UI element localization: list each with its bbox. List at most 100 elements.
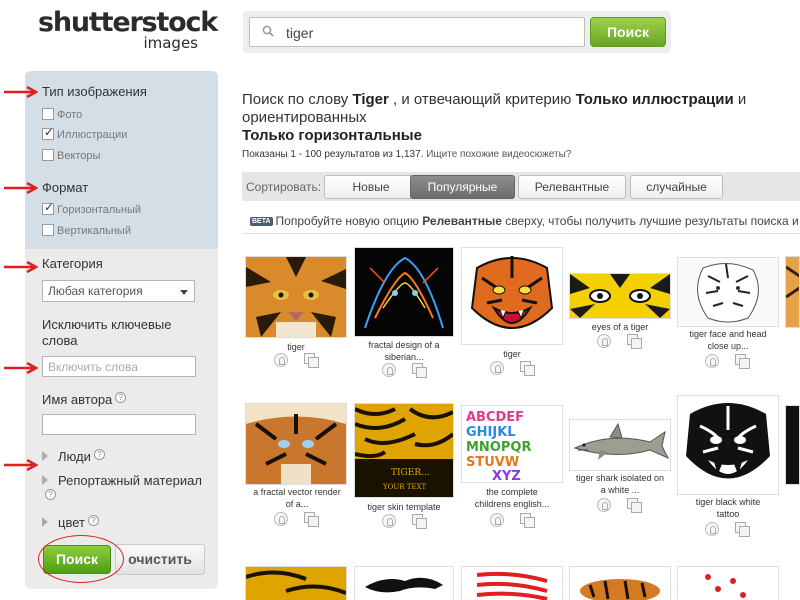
lightbox-icon[interactable] [705, 354, 719, 368]
checkbox-photo[interactable]: Фото [42, 108, 82, 122]
thumbnail-image[interactable]: ABCDEF GHIJKL MNOPQR STUVW XYZ [461, 405, 563, 483]
similar-images-icon[interactable] [304, 353, 319, 368]
results-count: Показаны 1 - 100 результатов из 1,137. И… [242, 149, 571, 160]
lightbox-icon[interactable] [274, 512, 288, 526]
sort-popular-button[interactable]: Популярные [410, 175, 515, 199]
similar-images-icon[interactable] [735, 522, 750, 537]
similar-images-icon[interactable] [520, 361, 535, 376]
caption-line: siberian... [384, 352, 424, 362]
category-selected-value: Любая категория [48, 284, 143, 298]
similar-images-icon[interactable] [627, 498, 642, 513]
shutterstock-logo[interactable]: shutterstock images [38, 8, 218, 53]
thumbnail-image[interactable] [461, 566, 563, 600]
similar-images-icon[interactable] [412, 514, 427, 529]
search-input[interactable]: tiger [249, 17, 585, 47]
thumbnail-image[interactable] [677, 566, 779, 600]
format-heading: Формат [42, 180, 89, 195]
thumbnail-image[interactable] [677, 257, 779, 327]
sort-random-button[interactable]: случайные [630, 175, 723, 199]
thumbnail-caption[interactable]: eyes of a tiger [569, 321, 671, 333]
alphabet-row: XYZ [492, 469, 521, 482]
thumbnail-image[interactable] [354, 566, 454, 600]
thumbnail-image[interactable] [569, 419, 671, 471]
thumbnail-caption[interactable]: tiger black white tattoo [677, 496, 779, 520]
thumbnail-caption[interactable]: fractal design of a siberian... [354, 339, 454, 363]
similar-images-icon[interactable] [627, 334, 642, 349]
checkbox-vertical[interactable]: Вертикальный [42, 224, 131, 238]
checkbox-box[interactable] [42, 224, 54, 236]
thumbnail-image[interactable] [677, 395, 779, 495]
beta-bold: Релевантные [422, 214, 502, 228]
lightbox-icon[interactable] [382, 514, 396, 528]
editorial-toggle[interactable]: Репортажный материал? [42, 473, 202, 505]
thumbnail-image[interactable] [461, 247, 563, 345]
tiger-mascot-image [462, 248, 562, 344]
thumbnail-image[interactable]: TIGER... YOUR TEXT [354, 403, 454, 498]
help-icon[interactable]: ? [45, 489, 56, 500]
checkbox-box[interactable] [42, 126, 54, 140]
lightbox-icon[interactable] [490, 361, 504, 375]
exclude-keywords-input[interactable]: Включить слова [42, 356, 196, 377]
similar-images-icon[interactable] [412, 363, 427, 378]
beta-text: Попробуйте новую опцию [275, 214, 423, 228]
sort-relevant-button[interactable]: Релевантные [518, 175, 626, 199]
color-label: цвет [58, 515, 85, 530]
expand-triangle-icon [42, 475, 48, 485]
help-icon[interactable]: ? [93, 449, 105, 460]
tiger-eyes-image [570, 274, 670, 318]
checkbox-box[interactable] [42, 201, 54, 215]
similar-images-icon[interactable] [304, 512, 319, 527]
thumbnail-caption[interactable]: tiger face and head close up... [677, 328, 779, 352]
lightbox-icon[interactable] [382, 363, 396, 377]
thumbnail-caption[interactable]: a fractal vector render of a... [245, 486, 349, 510]
search-query: tiger [286, 25, 314, 41]
title-text: , и отвечающий критерию [388, 91, 576, 108]
help-icon[interactable]: ? [87, 515, 99, 526]
thumbnail-image[interactable] [785, 405, 800, 485]
thumbnail-caption[interactable]: the complete childrens english... [461, 486, 563, 510]
thumbnail-image[interactable] [569, 273, 671, 319]
thumbnail-image[interactable] [245, 256, 347, 338]
sort-newest-button[interactable]: Новые [324, 175, 418, 199]
color-toggle[interactable]: цвет? [42, 515, 99, 531]
caption-line: a white ... [600, 485, 640, 495]
filter-sidebar: Тип изображения Фото Иллюстрации Векторы… [25, 71, 218, 589]
author-input[interactable] [42, 414, 196, 435]
thumbnail-image[interactable] [245, 566, 347, 600]
caption-line: tiger face and head [689, 329, 767, 339]
category-select[interactable]: Любая категория [42, 280, 195, 302]
divider [242, 233, 800, 234]
similar-images-icon[interactable] [735, 354, 750, 369]
thumbnail-caption[interactable]: tiger [245, 341, 347, 353]
lightbox-icon[interactable] [274, 353, 288, 367]
checkbox-label: Вертикальный [57, 225, 131, 237]
people-label: Люди [58, 449, 91, 464]
annotation-arrow-icon [4, 182, 38, 194]
lightbox-icon[interactable] [597, 498, 611, 512]
people-toggle[interactable]: Люди? [42, 449, 105, 465]
video-search-link[interactable]: Ищите похожие видеосюжеты? [426, 149, 571, 160]
clear-filters-button[interactable]: очистить [115, 544, 205, 575]
chevron-down-icon [180, 290, 188, 295]
checkbox-box[interactable] [42, 149, 54, 161]
thumbnail-image[interactable] [569, 566, 671, 600]
tiger-face-image [246, 257, 346, 337]
lightbox-icon[interactable] [705, 522, 719, 536]
similar-images-icon[interactable] [520, 513, 535, 528]
thumbnail-caption[interactable]: tiger shark isolated on a white ... [569, 472, 671, 496]
image-type-heading: Тип изображения [42, 84, 147, 99]
help-icon[interactable]: ? [115, 392, 127, 403]
checkbox-box[interactable] [42, 108, 54, 120]
thumbnail-image[interactable] [354, 247, 454, 337]
lightbox-icon[interactable] [490, 513, 504, 527]
thumbnail-caption[interactable]: tiger skin template [354, 501, 454, 513]
checkbox-illustrations[interactable]: Иллюстрации [42, 126, 127, 142]
checkbox-horizontal[interactable]: Горизонтальный [42, 201, 141, 217]
thumbnail-image[interactable] [245, 403, 347, 485]
lightbox-icon[interactable] [597, 334, 611, 348]
annotation-arrow-icon [4, 362, 38, 374]
thumbnail-caption[interactable]: tiger [461, 348, 563, 360]
thumbnail-image[interactable] [785, 256, 800, 328]
search-button[interactable]: Поиск [590, 17, 666, 47]
checkbox-vectors[interactable]: Векторы [42, 149, 100, 163]
